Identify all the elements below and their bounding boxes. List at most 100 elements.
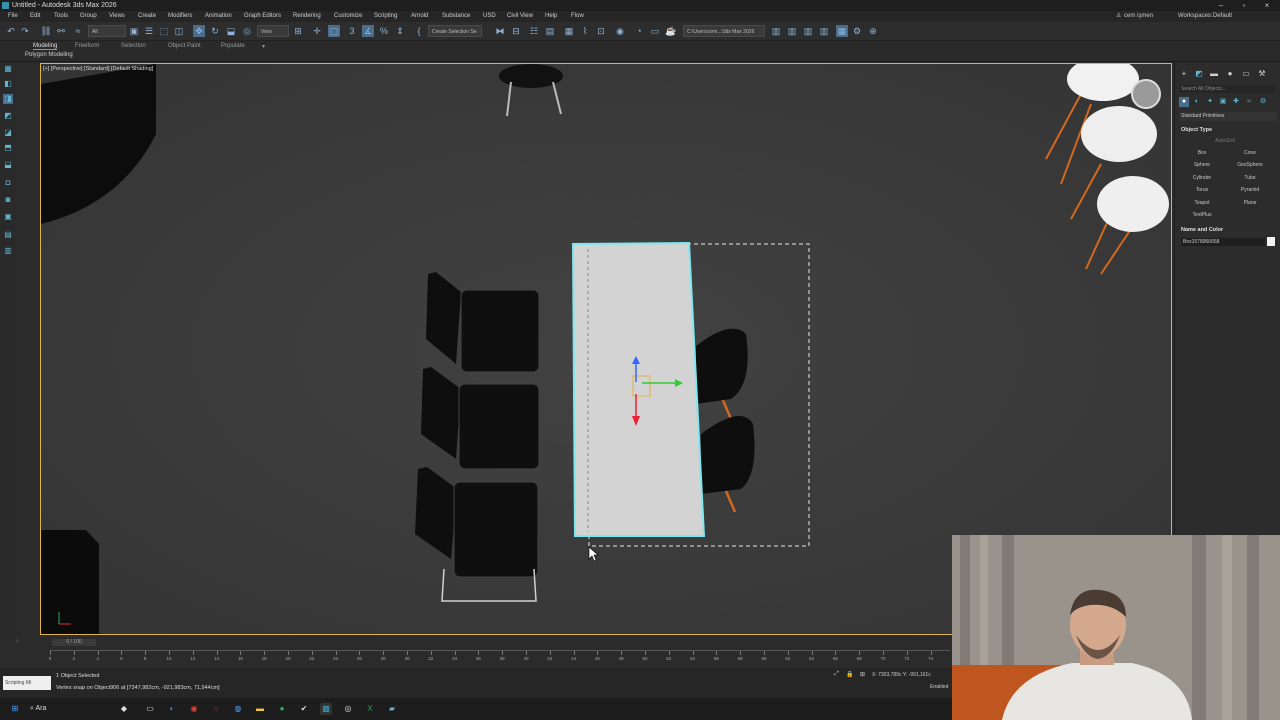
menu-tools[interactable]: Tools bbox=[54, 11, 68, 22]
3dsmax-icon[interactable]: ▩ bbox=[320, 703, 332, 715]
select-manipulate-icon[interactable]: ✛ bbox=[311, 25, 323, 37]
scene-tool-icon-7[interactable]: ◘ bbox=[3, 178, 13, 188]
ribbon-tab-freeform[interactable]: Freeform bbox=[75, 43, 99, 49]
material-editor-icon[interactable]: ◉ bbox=[614, 25, 626, 37]
polygon-modeling-panel[interactable]: Polygon Modeling bbox=[25, 52, 73, 58]
layer-explorer-icon[interactable]: ▤ bbox=[544, 25, 556, 37]
menu-edit[interactable]: Edit bbox=[30, 11, 40, 22]
select-and-move-icon[interactable]: ✥ bbox=[193, 25, 205, 37]
spotify-icon[interactable]: ● bbox=[276, 703, 288, 715]
search-objects-input[interactable]: Search All Objects... bbox=[1179, 85, 1275, 93]
named-selection-set-dropdown[interactable]: Create Selection Se bbox=[428, 25, 482, 37]
file-explorer-icon[interactable]: ▬ bbox=[254, 703, 266, 715]
object-color-swatch[interactable] bbox=[1267, 237, 1275, 246]
maximize-button[interactable]: ▫ bbox=[1233, 0, 1255, 11]
ribbon-toggle-icon[interactable]: ▦ bbox=[563, 25, 575, 37]
close-button[interactable]: × bbox=[1256, 0, 1278, 11]
object-type-header[interactable]: Object Type bbox=[1181, 127, 1212, 133]
isolate-icon[interactable]: ⤢ bbox=[834, 671, 839, 678]
select-and-rotate-icon[interactable]: ↻ bbox=[209, 25, 221, 37]
helpers-icon[interactable]: ✚ bbox=[1231, 97, 1241, 107]
ribbon-tab-object-paint[interactable]: Object Paint bbox=[168, 43, 201, 49]
viewport-layout-icon[interactable]: ▦ bbox=[3, 64, 13, 74]
unlink-icon[interactable]: ⚯ bbox=[55, 25, 67, 37]
motion-tab-icon[interactable]: ● bbox=[1225, 69, 1235, 79]
chrome-icon[interactable]: ◉ bbox=[188, 703, 200, 715]
browser-icon[interactable]: ◍ bbox=[232, 703, 244, 715]
minimize-button[interactable]: – bbox=[1210, 0, 1232, 11]
absolute-mode-icon[interactable]: ⊞ bbox=[860, 671, 865, 678]
toggle-panel-icon[interactable]: ▦ bbox=[836, 25, 848, 37]
scene-tool-icon-9[interactable]: ▣ bbox=[3, 212, 13, 222]
menu-arnold[interactable]: Arnold bbox=[411, 11, 428, 22]
project-icon-1[interactable]: ▥ bbox=[770, 25, 782, 37]
ribbon-tab-selection[interactable]: Selection bbox=[121, 43, 146, 49]
time-config-icon[interactable]: ⌂ bbox=[16, 638, 19, 644]
workspace-dropdown[interactable]: Default bbox=[1213, 11, 1232, 22]
edit-named-selection-icon[interactable]: { bbox=[413, 25, 425, 37]
menu-graph-editors[interactable]: Graph Editors bbox=[244, 11, 281, 22]
scene-tool-icon-11[interactable]: ▥ bbox=[3, 246, 13, 256]
align-icon[interactable]: ⊟ bbox=[510, 25, 522, 37]
percent-snap-icon[interactable]: % bbox=[378, 25, 390, 37]
pivot-center-icon[interactable]: ⊞ bbox=[292, 25, 304, 37]
scene-tool-icon-2[interactable]: ◨ bbox=[3, 94, 13, 104]
scene-tool-icon-1[interactable]: ◧ bbox=[3, 79, 13, 89]
menu-civil-view[interactable]: Civil View bbox=[507, 11, 533, 22]
geometry-icon[interactable]: ● bbox=[1179, 97, 1189, 107]
user-icon[interactable]: ♙ bbox=[1116, 11, 1121, 22]
sphere-button[interactable]: Sphere bbox=[1179, 160, 1225, 170]
scene-tool-icon-3[interactable]: ◩ bbox=[3, 111, 13, 121]
menu-help[interactable]: Help bbox=[545, 11, 557, 22]
scene-tool-icon-6[interactable]: ⬓ bbox=[3, 160, 13, 170]
cameras-icon[interactable]: ▣ bbox=[1218, 97, 1228, 107]
menu-rendering[interactable]: Rendering bbox=[293, 11, 321, 22]
widget-icon[interactable]: ◆ bbox=[118, 703, 130, 715]
menu-animation[interactable]: Animation bbox=[205, 11, 232, 22]
windows-start-icon[interactable]: ⊞ bbox=[9, 703, 21, 715]
cone-button[interactable]: Cone bbox=[1227, 148, 1273, 158]
angle-snap-icon[interactable]: ∡ bbox=[362, 25, 374, 37]
render-production-icon[interactable]: ☕ bbox=[665, 25, 677, 37]
autogrid-checkbox[interactable]: AutoGrid bbox=[1205, 136, 1245, 146]
menu-customize[interactable]: Customize bbox=[334, 11, 362, 22]
menu-substance[interactable]: Substance bbox=[442, 11, 470, 22]
modify-tab-icon[interactable]: ◩ bbox=[1194, 69, 1204, 79]
select-by-name-icon[interactable]: ☰ bbox=[143, 25, 155, 37]
plane-button[interactable]: Plane bbox=[1227, 198, 1273, 208]
settings-gear-icon[interactable]: ⚙ bbox=[851, 25, 863, 37]
project-icon-4[interactable]: ▥ bbox=[818, 25, 830, 37]
snaps-toggle-icon[interactable]: 3 bbox=[346, 25, 358, 37]
app-icon-3[interactable]: ▰ bbox=[386, 703, 398, 715]
cylinder-button[interactable]: Cylinder bbox=[1179, 173, 1225, 183]
mirror-icon[interactable]: ⧓ bbox=[494, 25, 506, 37]
window-crossing-icon[interactable]: ◫ bbox=[173, 25, 185, 37]
project-icon-3[interactable]: ▥ bbox=[802, 25, 814, 37]
scene-explorer-icon[interactable]: ☷ bbox=[528, 25, 540, 37]
name-and-color-header[interactable]: Name and Color bbox=[1181, 227, 1223, 233]
lock-icon[interactable]: 🔒 bbox=[846, 671, 853, 678]
menu-group[interactable]: Group bbox=[80, 11, 97, 22]
selection-filter-dropdown[interactable]: All bbox=[88, 25, 126, 37]
box-button[interactable]: Box bbox=[1179, 148, 1225, 158]
menu-modifiers[interactable]: Modifiers bbox=[168, 11, 192, 22]
ribbon-tab-modeling[interactable]: Modeling bbox=[33, 43, 58, 50]
taskbar-search[interactable]: ⌕ Ara bbox=[30, 702, 100, 716]
lights-icon[interactable]: ✦ bbox=[1205, 97, 1215, 107]
shapes-icon[interactable]: ◐ bbox=[1192, 97, 1202, 107]
menu-flow[interactable]: Flow bbox=[571, 11, 584, 22]
spinner-snap-icon[interactable]: ⇕ bbox=[394, 25, 406, 37]
curve-editor-icon[interactable]: ⌇ bbox=[579, 25, 591, 37]
bind-spacewarp-icon[interactable]: ≈ bbox=[72, 25, 84, 37]
teapot-button[interactable]: Teapot bbox=[1179, 198, 1225, 208]
select-and-scale-icon[interactable]: ⬓ bbox=[225, 25, 237, 37]
ribbon-options-icon[interactable]: ▾ bbox=[262, 43, 265, 50]
task-view-icon[interactable]: ▭ bbox=[144, 703, 156, 715]
link-icon[interactable]: ⛓ bbox=[40, 25, 52, 37]
maxscript-listener[interactable]: Scripting Mi bbox=[3, 676, 51, 690]
globe-icon[interactable]: ⊕ bbox=[867, 25, 879, 37]
frame-ruler[interactable]: 0 2 4 6 8 10 12 14 16 18 20 22 24 26 28 30 32 34 36 38 40 42 4… bbox=[49, 650, 950, 665]
reference-coordinate-dropdown[interactable]: View bbox=[257, 25, 289, 37]
adaptive-degradation-status[interactable]: Enabled bbox=[930, 684, 948, 690]
ribbon-tab-populate[interactable]: Populate bbox=[221, 43, 245, 49]
